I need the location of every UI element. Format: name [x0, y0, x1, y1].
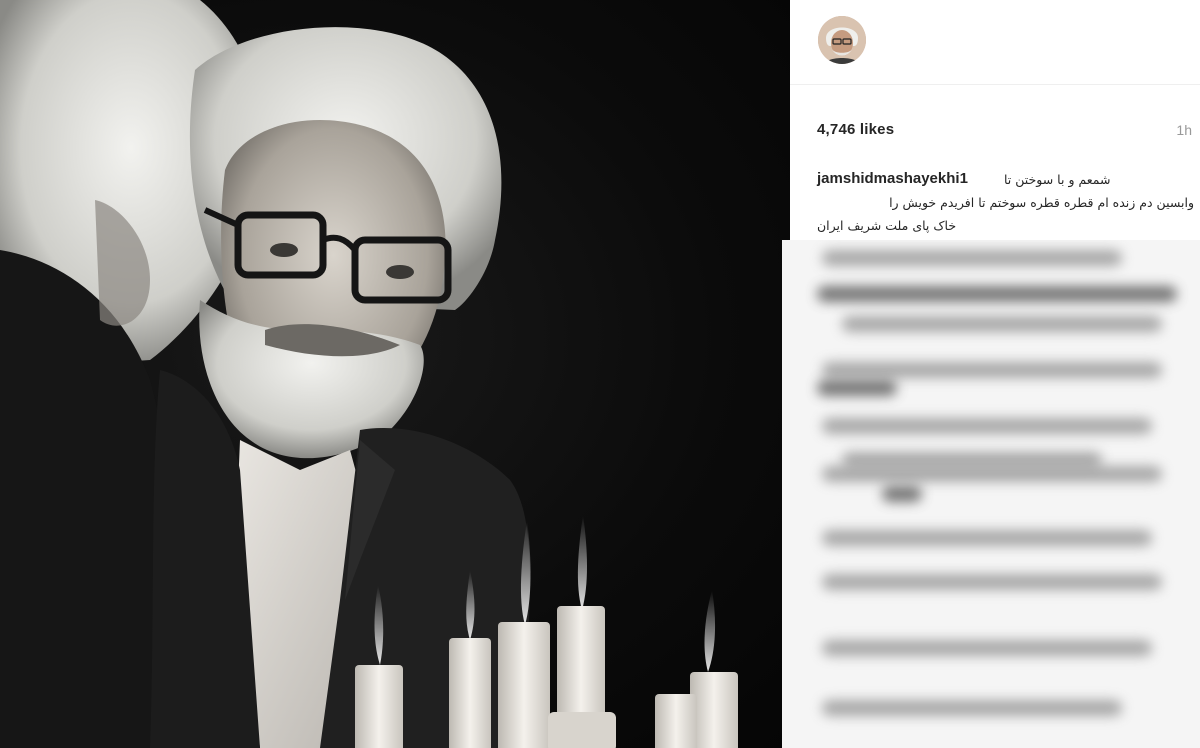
blurred-comment — [822, 250, 1122, 266]
caption-line-1: شمعم و با سوختن تا — [1004, 172, 1111, 187]
blurred-comment — [822, 530, 1152, 546]
profile-photo-icon — [818, 16, 866, 64]
blurred-comment — [822, 574, 1162, 590]
comments-blurred — [782, 240, 1200, 748]
blurred-comment — [817, 380, 897, 396]
likes-count[interactable]: 4,746 likes — [817, 121, 894, 138]
blurred-comment — [822, 640, 1152, 656]
blurred-comment — [822, 466, 1162, 482]
caption-line-2: وابسین دم زنده ام قطره قطره سوختم تا افر… — [889, 195, 1194, 210]
blurred-comment — [822, 362, 1162, 378]
header-divider — [790, 84, 1200, 85]
blurred-comment — [817, 286, 1177, 302]
photo-illustration — [0, 0, 738, 748]
post-photo[interactable] — [0, 0, 790, 748]
blurred-comment — [882, 486, 922, 502]
avatar[interactable] — [818, 16, 866, 64]
blurred-comment — [842, 316, 1162, 332]
caption-username[interactable]: jamshidmashayekhi1 — [817, 170, 968, 187]
blurred-comment — [822, 700, 1122, 716]
caption-line-3-text: خاک پای ملت شریف ایران — [817, 218, 957, 233]
post-time[interactable]: 1h — [1176, 122, 1192, 138]
blurred-comment — [822, 418, 1152, 434]
